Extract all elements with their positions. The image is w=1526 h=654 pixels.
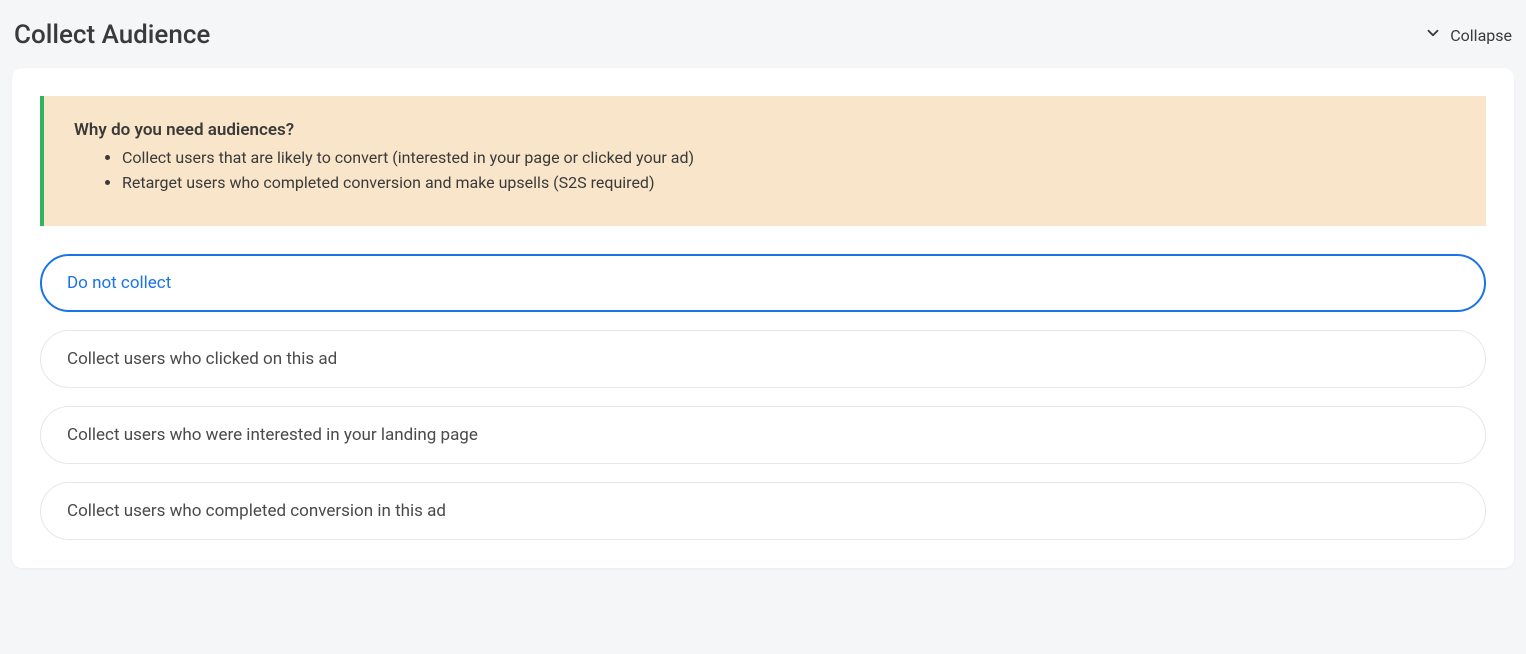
info-bullet: Retarget users who completed conversion … <box>122 171 1456 196</box>
info-banner: Why do you need audiences? Collect users… <box>40 96 1486 226</box>
option-label: Do not collect <box>67 273 171 293</box>
info-banner-title: Why do you need audiences? <box>74 120 1456 140</box>
option-interested-landing[interactable]: Collect users who were interested in you… <box>40 406 1486 464</box>
option-label: Collect users who clicked on this ad <box>67 349 337 369</box>
option-completed-conversion[interactable]: Collect users who completed conversion i… <box>40 482 1486 540</box>
card-panel: Why do you need audiences? Collect users… <box>12 68 1514 568</box>
collapse-label: Collapse <box>1450 26 1512 45</box>
option-label: Collect users who completed conversion i… <box>67 501 446 521</box>
section-header: Collect Audience Collapse <box>12 20 1514 50</box>
info-banner-list: Collect users that are likely to convert… <box>74 146 1456 196</box>
chevron-down-icon <box>1424 24 1442 46</box>
section-title: Collect Audience <box>14 20 210 50</box>
option-clicked-ad[interactable]: Collect users who clicked on this ad <box>40 330 1486 388</box>
collapse-toggle[interactable]: Collapse <box>1424 24 1512 46</box>
info-bullet: Collect users that are likely to convert… <box>122 146 1456 171</box>
option-do-not-collect[interactable]: Do not collect <box>40 254 1486 312</box>
option-label: Collect users who were interested in you… <box>67 425 478 445</box>
